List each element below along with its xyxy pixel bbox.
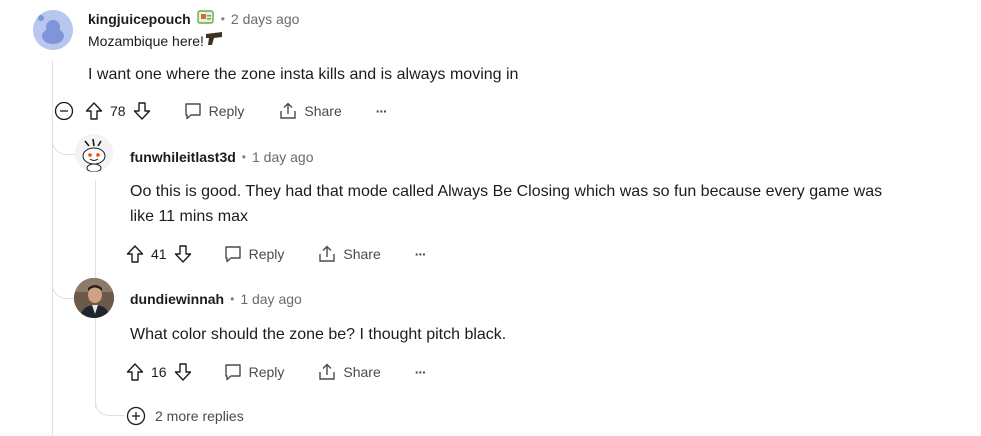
- separator: •: [241, 150, 246, 164]
- comment-time[interactable]: 2 days ago: [231, 11, 300, 27]
- reply-icon: [183, 101, 203, 121]
- reply-button[interactable]: Reply: [183, 101, 245, 121]
- comment-author[interactable]: kingjuicepouch: [88, 11, 191, 27]
- reddit-avatar-icon: [75, 134, 113, 172]
- flair-badge-icon: [196, 9, 215, 30]
- vote-score: 16: [151, 364, 167, 380]
- share-icon: [278, 101, 298, 121]
- separator: •: [220, 12, 225, 26]
- reply-icon: [223, 362, 243, 382]
- reply-icon: [223, 244, 243, 264]
- separator: •: [230, 292, 235, 306]
- vote-score: 78: [110, 103, 126, 119]
- share-label: Share: [343, 246, 381, 262]
- share-icon: [317, 244, 337, 264]
- comment-time[interactable]: 1 day ago: [252, 149, 314, 165]
- collapse-icon[interactable]: [54, 101, 74, 121]
- comment-body: What color should the zone be? I thought…: [130, 326, 507, 343]
- upvote-icon[interactable]: [84, 101, 104, 121]
- avatar[interactable]: [33, 10, 73, 50]
- reply-button[interactable]: Reply: [223, 362, 285, 382]
- avatar[interactable]: [74, 278, 114, 318]
- reddit-avatar-icon: [33, 10, 73, 50]
- comment-body: I want one where the zone insta kills an…: [88, 66, 519, 83]
- comment-body-line: like 11 mins max: [130, 208, 248, 225]
- avatar[interactable]: [75, 134, 113, 172]
- expand-replies-icon: [126, 406, 146, 426]
- downvote-icon[interactable]: [132, 101, 152, 121]
- comment-author[interactable]: dundiewinnah: [130, 291, 224, 307]
- more-replies-button[interactable]: 2 more replies: [126, 405, 244, 427]
- reply-label: Reply: [248, 364, 285, 380]
- share-button[interactable]: Share: [317, 362, 381, 382]
- share-button[interactable]: Share: [278, 101, 342, 121]
- comment-time[interactable]: 1 day ago: [240, 291, 302, 307]
- downvote-icon[interactable]: [173, 244, 193, 264]
- thread-line-main[interactable]: [52, 60, 53, 436]
- user-photo-avatar: [74, 278, 114, 318]
- downvote-icon[interactable]: [173, 362, 193, 382]
- comment-actions: 41 Reply Share ···: [125, 242, 427, 266]
- thread-branch-3: [95, 388, 124, 416]
- share-label: Share: [304, 103, 342, 119]
- comment-actions: 16 Reply Share ···: [125, 360, 427, 384]
- more-options-icon[interactable]: ···: [376, 103, 388, 119]
- reply-label: Reply: [248, 246, 285, 262]
- comment-body-line: Oo this is good. They had that mode call…: [130, 183, 883, 200]
- more-replies-label: 2 more replies: [155, 408, 244, 424]
- more-options-icon[interactable]: ···: [415, 246, 427, 262]
- more-options-icon[interactable]: ···: [415, 364, 427, 380]
- thread-branch-1: [52, 124, 75, 155]
- gun-emoji-icon: [204, 30, 224, 53]
- upvote-icon[interactable]: [125, 244, 145, 264]
- share-icon: [317, 362, 337, 382]
- upvote-icon[interactable]: [125, 362, 145, 382]
- comment-author[interactable]: funwhileitlast3d: [130, 149, 236, 165]
- reply-label: Reply: [208, 103, 245, 119]
- comment-actions: 78 Reply Share ···: [54, 99, 388, 123]
- share-label: Share: [343, 364, 381, 380]
- vote-score: 41: [151, 246, 167, 262]
- user-flair: Mozambique here!: [88, 33, 204, 49]
- thread-branch-2: [52, 268, 75, 299]
- reply-button[interactable]: Reply: [223, 244, 285, 264]
- share-button[interactable]: Share: [317, 244, 381, 264]
